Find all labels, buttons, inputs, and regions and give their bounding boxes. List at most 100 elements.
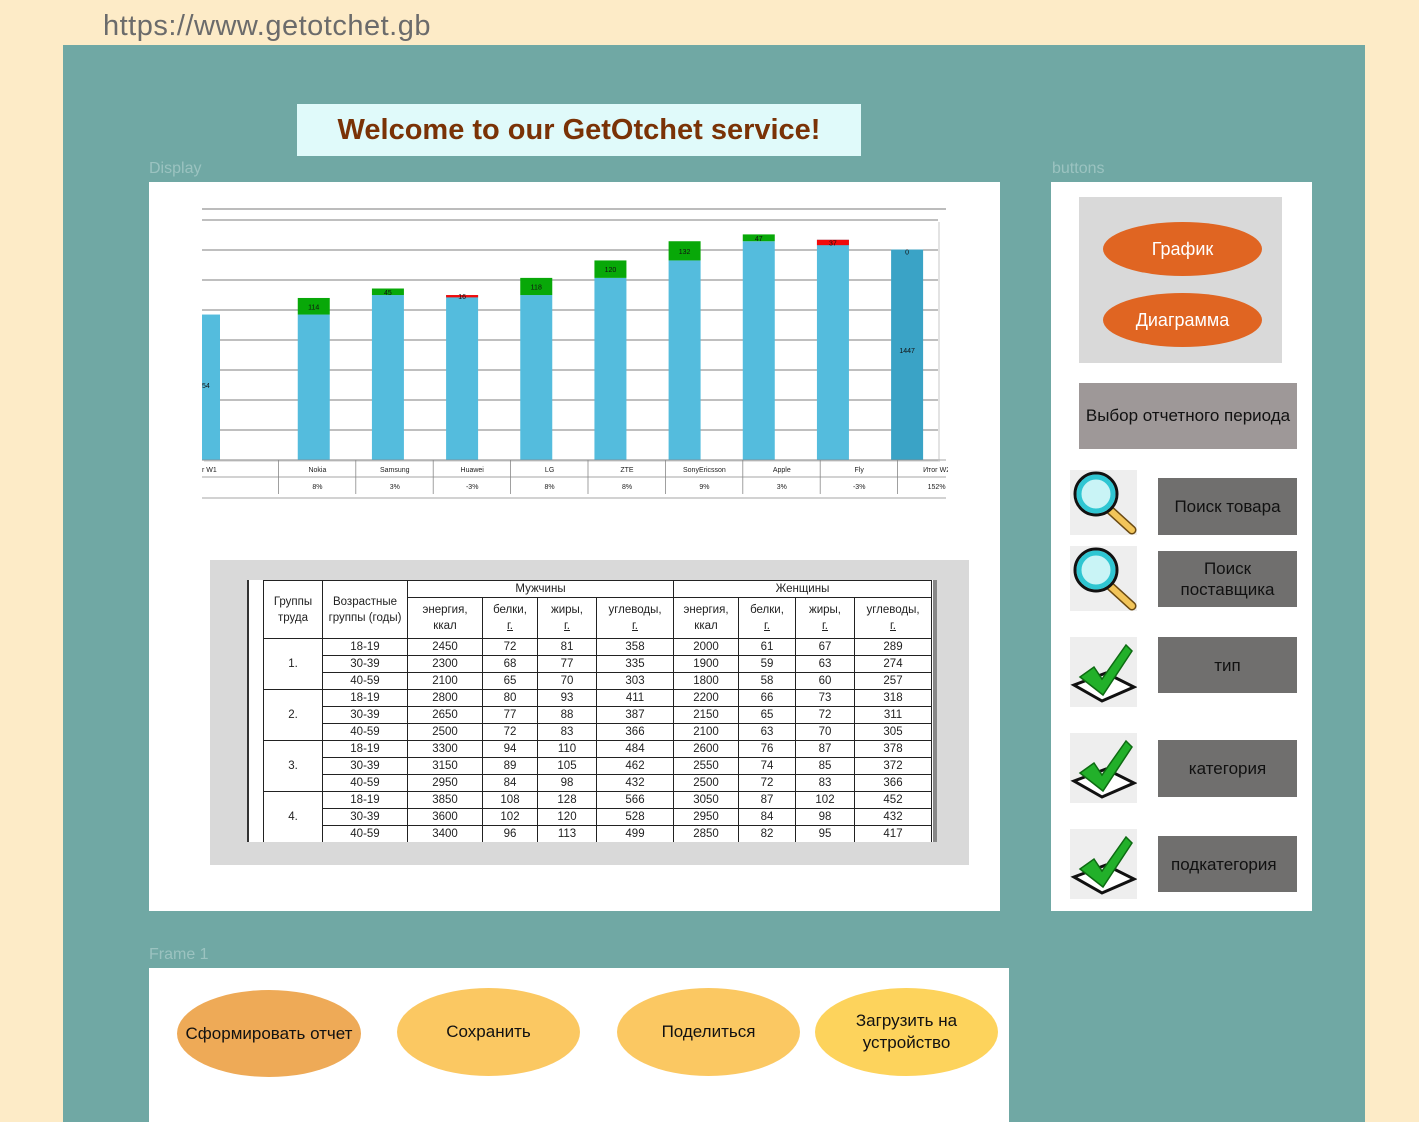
value-cell: 70 — [537, 672, 597, 690]
graph-button[interactable]: График — [1103, 222, 1262, 276]
value-cell: 499 — [596, 825, 674, 842]
value-cell: 2000 — [673, 638, 739, 656]
group-cell: 3. — [263, 740, 323, 792]
table-row: 40-59 2950 84 98 432 2500 72 83 366 — [264, 774, 932, 792]
value-cell: 128 — [537, 791, 597, 809]
search-supplier-button[interactable]: Поиск поставщика — [1158, 551, 1297, 607]
value-cell: 2950 — [673, 808, 739, 826]
magnifier-icon[interactable] — [1070, 546, 1137, 611]
value-cell: 96 — [482, 825, 538, 842]
age-cell: 30-39 — [322, 706, 408, 724]
value-cell: 2650 — [407, 706, 483, 724]
value-cell: 66 — [738, 689, 796, 707]
value-cell: 59 — [738, 655, 796, 673]
chart-delta-label: 114 — [308, 304, 319, 311]
group-cell: 2. — [263, 689, 323, 741]
category-percent-label: -3% — [466, 484, 478, 491]
age-cell: 18-19 — [322, 740, 408, 758]
category-percent-label: -3% — [853, 484, 865, 491]
category-tick-label: SonyEricsson — [683, 467, 726, 474]
chart-bar — [816, 239, 849, 460]
value-cell: 3400 — [407, 825, 483, 842]
value-cell: 72 — [482, 638, 538, 656]
value-cell: 387 — [596, 706, 674, 724]
value-cell: 83 — [795, 774, 855, 792]
share-button[interactable]: Поделиться — [617, 988, 800, 1076]
age-cell: 40-59 — [322, 774, 408, 792]
value-cell: 2200 — [673, 689, 739, 707]
value-cell: 2550 — [673, 757, 739, 775]
value-cell: 95 — [795, 825, 855, 842]
value-cell: 432 — [596, 774, 674, 792]
value-cell: 72 — [795, 706, 855, 724]
value-cell: 82 — [738, 825, 796, 842]
value-cell: 566 — [596, 791, 674, 809]
value-cell: 318 — [854, 689, 932, 707]
table-viewport[interactable]: Группы труда Возрастные группы (годы) Мужч… — [247, 580, 937, 842]
generate-report-button[interactable]: Сформировать отчет — [177, 990, 361, 1077]
checkbox-check-icon[interactable] — [1070, 637, 1138, 707]
value-cell: 432 — [854, 808, 932, 826]
header-age: Возрастные группы (годы) — [322, 580, 408, 639]
chart-svg: 54 r W1 114 Nokia 8% 45 Samsung 3% 16 Huawei -3% 11… — [202, 208, 948, 499]
download-button[interactable]: Загрузить на устройство — [815, 988, 998, 1076]
age-cell: 30-39 — [322, 757, 408, 775]
checkbox-check-icon[interactable] — [1070, 829, 1138, 899]
value-cell: 358 — [596, 638, 674, 656]
category-tick-label: r W1 — [202, 467, 217, 474]
value-cell: 105 — [537, 757, 597, 775]
value-cell: 2100 — [673, 723, 739, 741]
header-col: углеводы, г. — [596, 597, 674, 639]
value-cell: 305 — [854, 723, 932, 741]
chart-delta-label: 47 — [755, 236, 763, 243]
category-percent-label: 8% — [312, 484, 322, 491]
value-cell: 3050 — [673, 791, 739, 809]
category-button[interactable]: категория — [1158, 740, 1297, 797]
subcategory-button[interactable]: подкатегория — [1158, 836, 1297, 892]
header-col: энергия, ккал — [673, 597, 739, 639]
value-cell: 274 — [854, 655, 932, 673]
chart-bar — [742, 241, 775, 460]
buttons-panel: График Диаграмма Выбор отчетного периода… — [1051, 182, 1312, 911]
value-cell: 2500 — [673, 774, 739, 792]
waterfall-chart: 54 r W1 114 Nokia 8% 45 Samsung 3% 16 Huawei -3% 11… — [202, 208, 948, 502]
value-cell: 3150 — [407, 757, 483, 775]
age-cell: 18-19 — [322, 689, 408, 707]
table-row: 40-59 2100 65 70 303 1800 58 60 257 — [264, 672, 932, 690]
url-text: https://www.getotchet.gb — [103, 10, 431, 42]
header-women: Женщины — [673, 580, 932, 598]
value-cell: 417 — [854, 825, 932, 842]
header-col: углеводы, г. — [854, 597, 932, 639]
category-tick-label: Fly — [855, 467, 865, 474]
chart-bar — [371, 295, 404, 460]
value-cell: 2500 — [407, 723, 483, 741]
period-select-button[interactable]: Выбор отчетного периода — [1079, 383, 1297, 449]
value-cell: 60 — [795, 672, 855, 690]
value-cell: 110 — [537, 740, 597, 758]
search-product-button[interactable]: Поиск товара — [1158, 478, 1297, 535]
checkbox-check-icon[interactable] — [1070, 733, 1138, 803]
value-cell: 63 — [795, 655, 855, 673]
value-cell: 98 — [795, 808, 855, 826]
diagram-button[interactable]: Диаграмма — [1103, 293, 1262, 347]
table-row: 3. 18-19 3300 94 110 484 2600 76 87 378 — [263, 740, 932, 792]
table-row: 4. 18-19 3850 108 128 566 3050 87 102 452 — [263, 791, 932, 842]
value-cell: 303 — [596, 672, 674, 690]
type-button[interactable]: тип — [1158, 637, 1297, 693]
save-button[interactable]: Сохранить — [397, 988, 580, 1076]
chart-delta-label: 0 — [905, 250, 909, 257]
header-col: жиры, г. — [795, 597, 855, 639]
age-cell: 40-59 — [322, 672, 408, 690]
group-cell: 1. — [263, 638, 323, 690]
value-cell: 72 — [482, 723, 538, 741]
display-panel: 54 r W1 114 Nokia 8% 45 Samsung 3% 16 Huawei -3% 11… — [149, 182, 1000, 911]
value-cell: 65 — [738, 706, 796, 724]
value-cell: 1900 — [673, 655, 739, 673]
chart-delta-label: 118 — [531, 284, 542, 291]
value-cell: 94 — [482, 740, 538, 758]
chart-type-group: График Диаграмма — [1079, 197, 1282, 363]
magnifier-icon[interactable] — [1070, 470, 1137, 535]
value-cell: 72 — [738, 774, 796, 792]
display-frame-label: Display — [149, 160, 202, 177]
table-row: 30-39 2300 68 77 335 1900 59 63 274 — [264, 655, 932, 673]
